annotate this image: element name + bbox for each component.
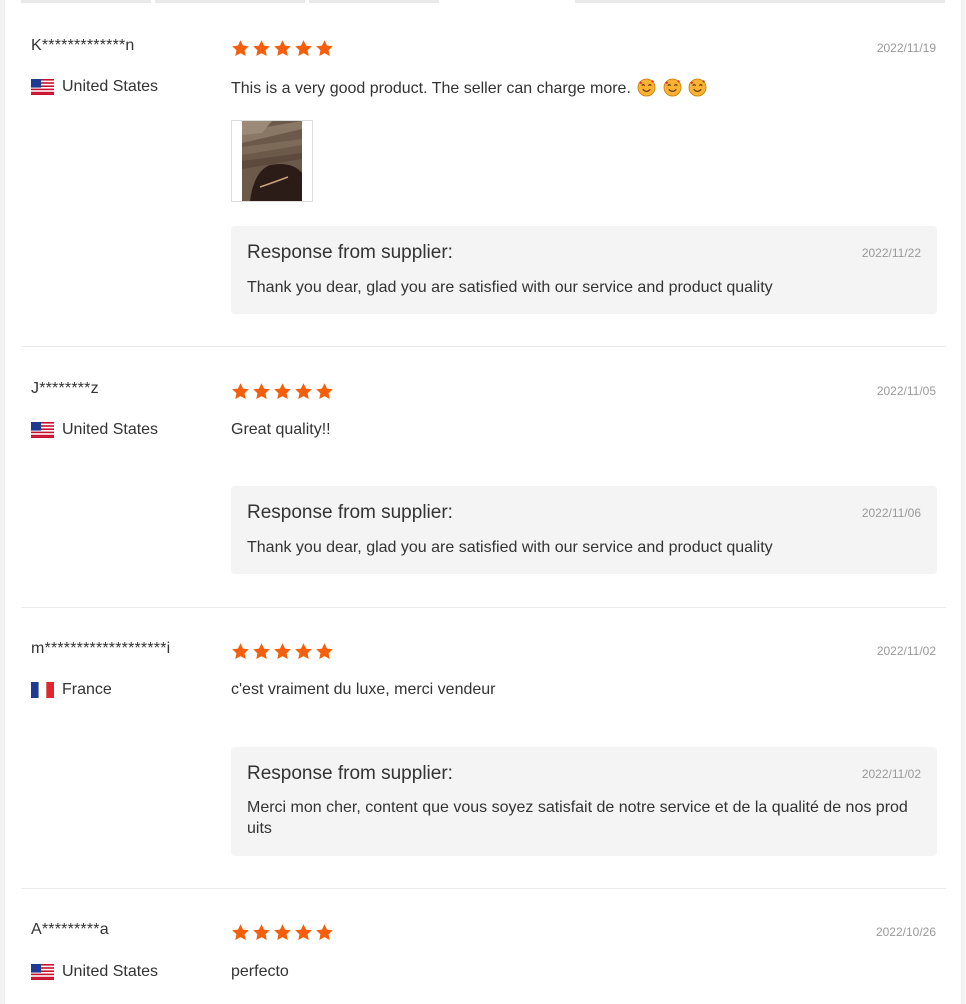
reviewer-name: A*********a (31, 921, 109, 938)
country-label: France (62, 681, 112, 698)
star-rating (231, 642, 334, 661)
response-text: Merci mon cher, content que vous soyez s… (247, 799, 908, 837)
star-icon (274, 383, 291, 400)
star-rating (231, 39, 334, 58)
star-icon (232, 924, 249, 941)
star-icon (253, 40, 270, 57)
star-icon (316, 924, 333, 941)
star-icon (253, 924, 270, 941)
review-date: 2022/10/26 (875, 925, 936, 939)
reviewer-country: United States (31, 78, 158, 96)
smiling-face-with-hearts-icon (688, 78, 707, 97)
review-text-row: This is a very good product. The seller … (231, 78, 707, 98)
response-title: Response from supplier: (247, 242, 453, 263)
response-date: 2022/11/02 (861, 767, 921, 781)
reviewer-name: K*************n (31, 37, 135, 54)
star-icon (316, 40, 333, 57)
smiling-face-with-hearts-icon (663, 78, 682, 97)
review-item: K*************n United States 2022/11/19… (21, 0, 946, 347)
review-item: A*********a United States 2022/10/26 per… (21, 889, 946, 1004)
response-text: Thank you dear, glad you are satisfied w… (247, 539, 773, 556)
response-text: Thank you dear, glad you are satisfied w… (247, 279, 773, 296)
review-date: 2022/11/19 (876, 41, 936, 55)
country-label: United States (62, 963, 159, 980)
reviewer-name: m*******************i (31, 640, 171, 657)
us-flag-icon (31, 964, 54, 980)
smiling-face-with-hearts-icon (637, 78, 656, 97)
review-text: This is a very good product. The seller … (231, 80, 631, 97)
star-icon (295, 383, 312, 400)
star-icon (316, 383, 333, 400)
star-icon (232, 643, 249, 660)
review-item: J********z United States 2022/11/05 Grea… (21, 347, 946, 608)
reviewer-name: J********z (31, 380, 99, 397)
star-icon (232, 383, 249, 400)
supplier-response: Response from supplier: 2022/11/02 Merci… (231, 747, 937, 856)
review-item: m*******************i France 2022/11/02 … (21, 608, 946, 889)
star-icon (316, 643, 333, 660)
response-title: Response from supplier: (247, 502, 453, 523)
response-date: 2022/11/22 (861, 246, 921, 260)
star-icon (253, 383, 270, 400)
star-icon (295, 924, 312, 941)
supplier-response: Response from supplier: 2022/11/22 Thank… (231, 226, 937, 314)
star-icon (232, 40, 249, 57)
reviewer-country: United States (31, 963, 158, 981)
star-rating (231, 382, 334, 401)
star-icon (274, 643, 291, 660)
country-label: United States (62, 421, 159, 438)
reviews-panel: K*************n United States 2022/11/19… (4, 0, 962, 1004)
review-date: 2022/11/05 (876, 384, 936, 398)
response-date: 2022/11/06 (861, 506, 921, 520)
review-photo-thumbnail[interactable] (231, 120, 313, 202)
reviewer-country: United States (31, 421, 158, 439)
review-date: 2022/11/02 (876, 644, 936, 658)
response-title: Response from supplier: (247, 763, 453, 784)
star-icon (253, 643, 270, 660)
review-text: perfecto (231, 963, 289, 980)
star-icon (295, 643, 312, 660)
us-flag-icon (31, 422, 54, 438)
star-icon (295, 40, 312, 57)
star-icon (274, 924, 291, 941)
country-label: United States (62, 78, 159, 95)
france-flag-icon (31, 682, 54, 698)
review-text: c'est vraiment du luxe, merci vendeur (231, 681, 496, 698)
star-icon (274, 40, 291, 57)
review-text: Great quality!! (231, 421, 331, 438)
us-flag-icon (31, 79, 54, 95)
reviewer-country: France (31, 681, 112, 699)
star-rating (231, 923, 334, 942)
review-photo (242, 121, 302, 201)
supplier-response: Response from supplier: 2022/11/06 Thank… (231, 486, 937, 574)
